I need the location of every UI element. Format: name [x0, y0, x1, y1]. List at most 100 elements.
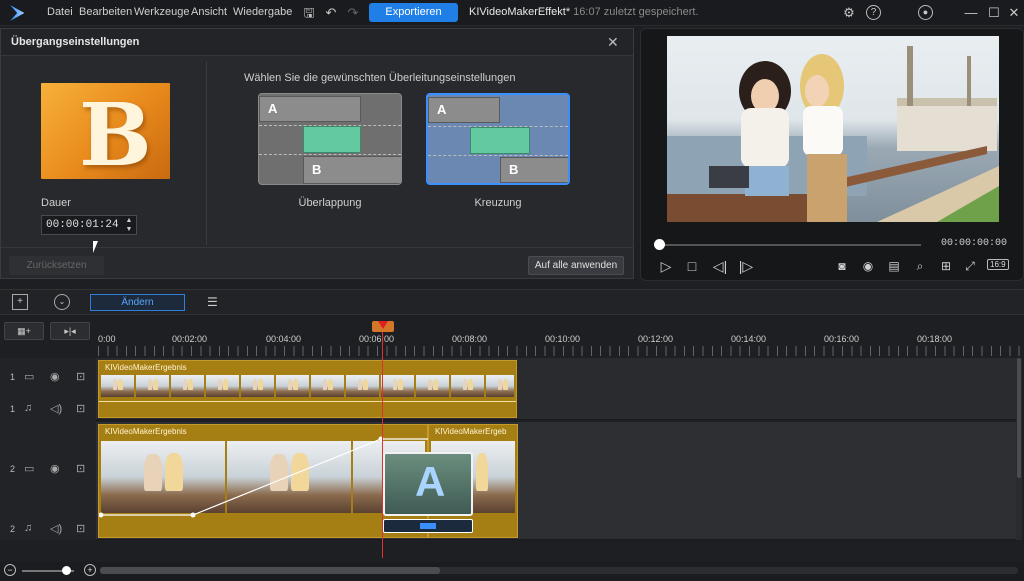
- media-library-icon[interactable]: +: [12, 294, 28, 310]
- divider: [206, 61, 207, 245]
- frame-thumb: [416, 375, 449, 397]
- track-headers: 1 ▭ ◉ ⊡ 1 ♫ ◁) ⊡ 2 ▭ ◉ ⊡ 2 ♫ ◁) ⊡: [0, 358, 96, 540]
- block-b-label: B: [312, 162, 322, 177]
- menu-view[interactable]: Ansicht: [191, 6, 227, 18]
- fit-timeline-icon[interactable]: ▸|◂: [50, 322, 90, 340]
- step-down-icon[interactable]: ▼: [123, 225, 135, 234]
- undo-icon[interactable]: ↶: [322, 4, 340, 22]
- choose-settings-label: Wählen Sie die gewünschten Überleitungse…: [244, 72, 516, 84]
- frame-thumb: [276, 375, 309, 397]
- volume-icon[interactable]: ◁): [50, 522, 62, 535]
- minimize-icon[interactable]: —: [962, 4, 980, 22]
- add-track-icon[interactable]: ▦+: [4, 322, 44, 340]
- block-a: A: [259, 96, 361, 122]
- lock-icon[interactable]: ⊡: [76, 462, 85, 475]
- lock-icon[interactable]: ⊡: [76, 402, 85, 415]
- ruler-label: 00:10:00: [545, 334, 581, 344]
- menu-file[interactable]: Datei: [47, 6, 73, 18]
- block-a-label: A: [268, 101, 278, 116]
- zoom-in-icon[interactable]: +: [84, 564, 96, 576]
- frame-thumb: [381, 375, 414, 397]
- redo-icon[interactable]: ↷: [344, 4, 362, 22]
- clip-title: KIVideoMakerErgeb: [435, 427, 507, 436]
- ruler-label: 00:06:00: [359, 334, 395, 344]
- aspect-ratio-button[interactable]: 16:9: [987, 259, 1009, 270]
- transition-panel-header: Übergangseinstellungen ✕: [1, 29, 633, 56]
- visibility-eye-icon[interactable]: ◉: [50, 462, 60, 475]
- maximize-icon[interactable]: ☐: [985, 4, 1003, 22]
- block-a-label: A: [437, 102, 447, 117]
- grid-icon[interactable]: ⊞: [937, 257, 955, 275]
- step-up-icon[interactable]: ▲: [123, 216, 135, 225]
- subtitle-icon[interactable]: ▤: [885, 257, 903, 275]
- menu-edit[interactable]: Bearbeiten: [79, 6, 132, 18]
- snapshot-camera-icon[interactable]: ◙: [833, 257, 851, 275]
- save-icon[interactable]: 🖫: [300, 4, 318, 22]
- ruler-label: 00:02:00: [172, 334, 208, 344]
- vertical-scrollbar[interactable]: [1016, 358, 1022, 540]
- video-track-icon: ▭: [24, 371, 35, 383]
- play-icon[interactable]: ▷: [657, 257, 675, 275]
- duration-label: Dauer: [41, 197, 71, 209]
- menu-playback[interactable]: Wiedergabe: [233, 6, 292, 18]
- reset-button[interactable]: Zurücksetzen: [9, 256, 104, 275]
- track-number: 1: [10, 372, 16, 382]
- settings-gear-icon[interactable]: ⚙: [840, 4, 858, 22]
- menu-tools[interactable]: Werkzeuge: [134, 6, 189, 18]
- app-logo: [10, 5, 25, 21]
- frame-thumb: [171, 375, 204, 397]
- option-cross-card[interactable]: A B: [426, 93, 570, 185]
- volume-line[interactable]: [99, 401, 516, 402]
- account-icon[interactable]: ●: [918, 5, 933, 20]
- video-clip-track2-a[interactable]: KIVideoMakerErgebnis: [98, 424, 429, 539]
- close-panel-icon[interactable]: ✕: [607, 34, 619, 51]
- keyframe-list-icon[interactable]: ☰: [207, 295, 218, 309]
- visibility-eye-icon[interactable]: ◉: [50, 370, 60, 383]
- ruler-label: 00:16:00: [824, 334, 860, 344]
- transition-overlay[interactable]: A: [383, 452, 473, 516]
- zoom-fit-icon[interactable]: ⌕: [911, 257, 929, 275]
- transition-panel-title: Übergangseinstellungen: [11, 36, 140, 48]
- preview-scene: [667, 46, 999, 222]
- lock-icon[interactable]: ⊡: [76, 522, 85, 535]
- option-overlap-card[interactable]: A B: [258, 93, 402, 185]
- scrubber-handle[interactable]: [654, 239, 665, 250]
- duration-value: 00:00:01:24: [46, 219, 119, 231]
- previous-frame-icon[interactable]: ◁|: [711, 257, 729, 275]
- close-window-icon[interactable]: ✕: [1005, 4, 1023, 22]
- block-a: A: [428, 97, 500, 123]
- stop-icon[interactable]: □: [683, 257, 701, 275]
- zoom-slider-handle[interactable]: [62, 566, 71, 575]
- dropdown-chevron-icon[interactable]: ⌄: [54, 294, 70, 310]
- vertical-scroll-thumb[interactable]: [1017, 358, 1021, 478]
- block-b: B: [500, 157, 568, 183]
- transition-duration-bar[interactable]: [383, 519, 473, 533]
- frame-thumb: [311, 375, 344, 397]
- volume-icon[interactable]: ◁): [50, 402, 62, 415]
- next-frame-icon[interactable]: |▷: [737, 257, 755, 275]
- duration-stepper[interactable]: ▲ ▼: [123, 216, 135, 234]
- lock-icon[interactable]: ⊡: [76, 370, 85, 383]
- timeline-toolbar: + ⌄ Ändern ☰: [0, 289, 1024, 315]
- block-b-label: B: [509, 162, 519, 177]
- preview-panel: 00:00:00:00 ▷ □ ◁| |▷ ◙ ◉ ▤ ⌕ ⊞ ⤢ 16:9: [640, 28, 1024, 281]
- frame-thumb: [451, 375, 484, 397]
- playback-settings-icon[interactable]: ◉: [859, 257, 877, 275]
- opacity-keyframe-line[interactable]: [99, 425, 429, 539]
- preview-scrubber[interactable]: [659, 244, 921, 246]
- horizontal-scrollbar[interactable]: [100, 567, 1018, 574]
- playhead-line[interactable]: [382, 322, 383, 558]
- modify-button[interactable]: Ändern: [90, 294, 185, 311]
- ruler-label: 00:04:00: [266, 334, 302, 344]
- help-icon[interactable]: ?: [866, 5, 881, 20]
- fullscreen-icon[interactable]: ⤢: [961, 257, 979, 275]
- export-button[interactable]: Exportieren: [369, 3, 458, 22]
- horizontal-scroll-thumb[interactable]: [100, 567, 440, 574]
- playhead-handle[interactable]: [372, 321, 394, 332]
- transition-block: [303, 126, 361, 153]
- video-clip-track1[interactable]: KIVideoMakerErgebnis: [98, 360, 517, 418]
- thumbnail-letter: B: [79, 85, 152, 179]
- apply-all-button[interactable]: Auf alle anwenden: [528, 256, 624, 275]
- zoom-out-icon[interactable]: −: [4, 564, 16, 576]
- transition-handle[interactable]: [420, 523, 436, 529]
